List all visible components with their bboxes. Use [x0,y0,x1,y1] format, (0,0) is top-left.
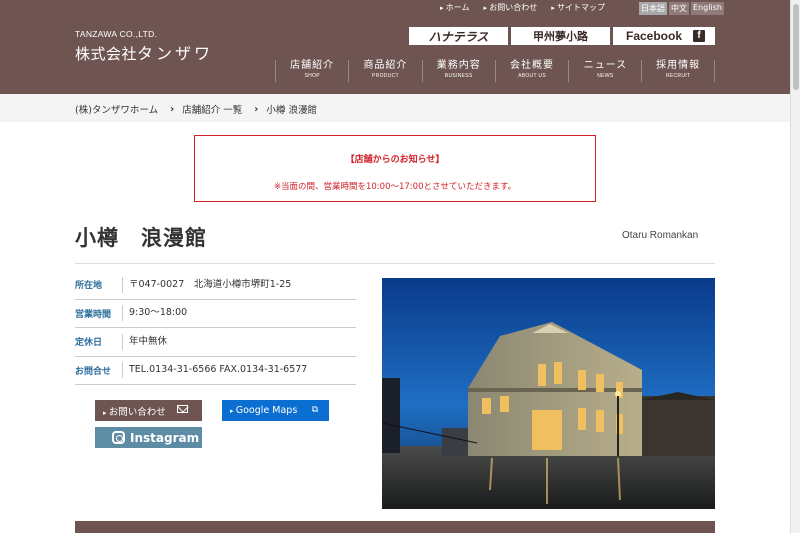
page-title: 小樽 浪漫館 [75,226,207,250]
facebook-icon: f [693,30,705,42]
breadcrumb-current: 小樽 浪漫館 [266,105,317,116]
language-switcher: 日本語 中文 English [639,2,724,15]
nav-label: ニュース [583,60,628,71]
mail-icon [177,405,188,413]
info-label: 定休日 [75,338,103,349]
chevron-right-icon: › [170,103,175,115]
nav-item-recruit[interactable]: 採用情報 RECRUIT [641,60,715,82]
nav-label: 店舗紹介 [290,60,335,71]
google-maps-button[interactable]: Google Maps ⧉ [222,400,329,421]
instagram-button[interactable]: Instagram [95,427,202,448]
instagram-icon [112,431,125,444]
logo-main: タンザワ [137,44,214,63]
nav-label: 業務内容 [436,60,481,71]
scrollbar-thumb[interactable] [793,4,799,90]
info-row-hours: 営業時間 9:30〜18:00 [75,300,356,328]
notice-text: ※当面の間、営業時間を10:00～17:00とさせていただきます。 [273,182,517,192]
instagram-label: Instagram [130,430,200,445]
info-value[interactable]: TEL.0134-31-6566 FAX.0134-31-6577 [122,362,307,379]
store-photo [382,278,715,509]
nav-item-shop[interactable]: 店舗紹介 SHOP [275,60,348,82]
nav-sublabel: BUSINESS [444,73,473,79]
nav-item-business[interactable]: 業務内容 BUSINESS [421,60,495,82]
nav-label: 採用情報 [656,60,701,71]
nav-item-product[interactable]: 商品紹介 PRODUCT [348,60,421,82]
info-row-contact: お問合せ TEL.0134-31-6566 FAX.0134-31-6577 [75,357,356,385]
nav-item-about[interactable]: 会社概要 ABOUT US [494,60,568,82]
nav-sublabel: PRODUCT [372,73,399,79]
utility-link-home[interactable]: ホーム [440,2,470,13]
info-row-holiday: 定休日 年中無休 [75,328,356,357]
info-label: 営業時間 [75,309,112,320]
info-value: 9:30〜18:00 [122,305,187,322]
breadcrumb-home[interactable]: (株)タンザワホーム [75,102,158,116]
lang-chinese[interactable]: 中文 [669,2,689,15]
notice-title: 【店舗からのお知らせ】 [345,155,445,165]
banner-facebook[interactable]: Facebook f [613,27,715,45]
breadcrumb: (株)タンザワホーム › 店舗紹介 一覧 › 小樽 浪漫館 [0,94,790,122]
global-nav: 店舗紹介 SHOP 商品紹介 PRODUCT 業務内容 BUSINESS 会社概… [275,60,715,82]
lang-english[interactable]: English [691,2,724,15]
nav-sublabel: RECRUIT [665,73,691,79]
nav-sublabel: NEWS [597,73,614,79]
nav-label: 会社概要 [510,60,555,71]
info-label: お問合せ [75,366,112,377]
banner-hanaterasu[interactable]: ハナテラス [409,27,508,45]
logo-prefix: 株式会社 [75,45,138,63]
logo-japanese[interactable]: 株式会社タンザワ [75,40,213,64]
utility-link-sitemap[interactable]: サイトマップ [551,2,605,13]
site-header: TANZAWA CO.,LTD. 株式会社タンザワ ホーム お問い合わせ サイト… [0,0,790,94]
info-value: 年中無休 [122,333,167,350]
facebook-label: Facebook [626,29,683,43]
info-value: 〒047-0027 北海道小樽市堺町1-25 [122,276,291,293]
nav-item-news[interactable]: ニュース NEWS [568,60,641,82]
info-label: 所在地 [75,281,103,292]
title-divider [75,263,715,264]
maps-button-label: Google Maps [230,405,298,416]
utility-link-contact[interactable]: お問い合わせ [484,2,537,13]
section-heading-bar [75,521,715,533]
info-row-address: 所在地 〒047-0027 北海道小樽市堺町1-25 [75,271,356,300]
scrollbar[interactable] [790,0,800,533]
contact-button-label: お問い合わせ [103,404,166,418]
utility-nav: ホーム お問い合わせ サイトマップ [440,2,605,13]
nav-label: 商品紹介 [363,60,408,71]
contact-button[interactable]: お問い合わせ [95,400,202,421]
external-link-icon: ⧉ [311,405,318,415]
chevron-right-icon: › [254,103,259,115]
nav-sublabel: ABOUT US [518,73,546,79]
store-name-english: Otaru Romankan [622,230,699,241]
lang-japanese[interactable]: 日本語 [639,2,667,15]
logo-english[interactable]: TANZAWA CO.,LTD. [75,29,157,39]
banner-koshu-yumekoji[interactable]: 甲州夢小路 [511,27,610,45]
nav-sublabel: SHOP [304,73,320,79]
breadcrumb-store-list[interactable]: 店舗紹介 一覧 [182,102,242,116]
store-notice-box: 【店舗からのお知らせ】 ※当面の間、営業時間を10:00～17:00とさせていた… [194,135,596,202]
store-info-table: 所在地 〒047-0027 北海道小樽市堺町1-25 営業時間 9:30〜18:… [75,271,356,385]
